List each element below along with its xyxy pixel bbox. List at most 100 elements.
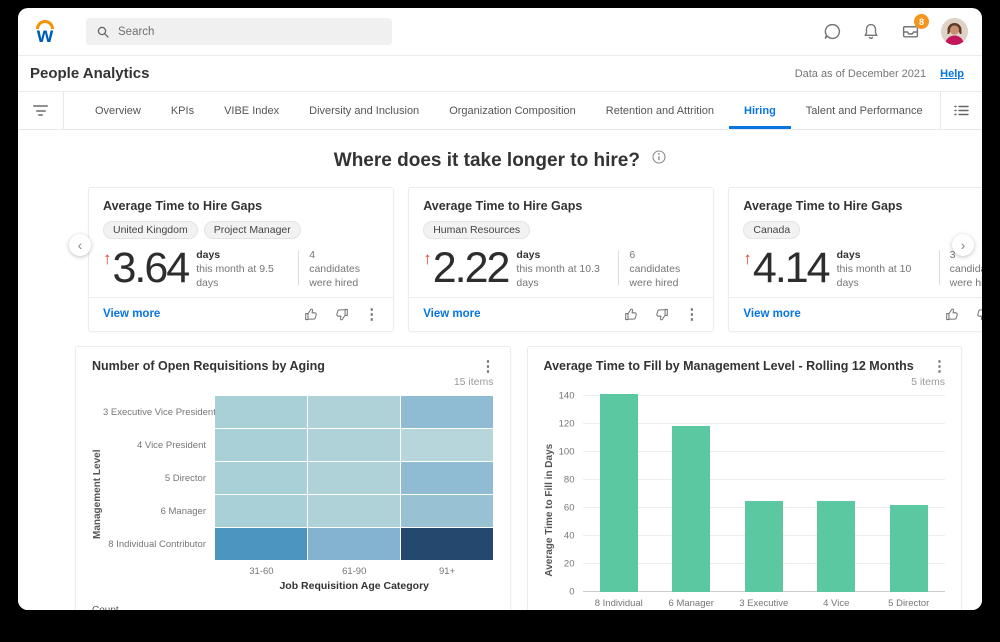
bar-4[interactable] [890, 505, 928, 592]
heatmap-legend-label: Count [92, 605, 494, 610]
trend-up-arrow-icon: ↑ [423, 250, 432, 267]
kpi-card-title: Average Time to Hire Gaps [743, 199, 982, 213]
filter-chip[interactable]: Human Resources [423, 221, 530, 239]
tab-talent-and-performance[interactable]: Talent and Performance [791, 92, 938, 129]
kebab-menu-icon[interactable]: ⋮ [364, 307, 379, 322]
inbox-badge: 8 [914, 14, 929, 29]
bar-x-label: 4 Vice President [800, 598, 873, 610]
tab-hiring[interactable]: Hiring [729, 92, 791, 129]
kpi-card-canada: Average Time to Hire Gaps Canada ↑ 4.14 … [728, 187, 982, 332]
thumbs-up-icon[interactable] [624, 307, 639, 322]
kpi-value: 2.22 [433, 248, 509, 289]
filter-chip[interactable]: Project Manager [204, 221, 301, 239]
heatmap-cell[interactable] [215, 528, 307, 560]
heatmap-row-label: 5 Director [103, 462, 215, 495]
top-bar: w 8 [18, 8, 982, 56]
kpi-card-uk-project-manager: Average Time to Hire Gaps United Kingdom… [88, 187, 394, 332]
view-more-link[interactable]: View more [743, 308, 800, 320]
bar-x-label: 6 Manager [655, 598, 728, 610]
tab-retention-and-attrition[interactable]: Retention and Attrition [591, 92, 729, 129]
section-heading: Where does it take longer to hire? [18, 130, 982, 172]
kebab-menu-icon[interactable]: ⋮ [932, 359, 947, 374]
search-input[interactable] [118, 26, 382, 38]
items-count: 5 items [544, 376, 946, 388]
heatmap-cell[interactable] [308, 429, 400, 461]
charts-row: Number of Open Requisitions by Aging ⋮ 1… [75, 346, 962, 610]
bar-3[interactable] [817, 501, 855, 592]
heatmap-cell[interactable] [215, 429, 307, 461]
bar-chart-card: Average Time to Fill by Management Level… [527, 346, 963, 610]
tab-vibe-index[interactable]: VIBE Index [209, 92, 294, 129]
heatmap-cell[interactable] [308, 462, 400, 494]
carousel-prev-button[interactable]: ‹ [69, 234, 91, 256]
heatmap-x-axis-title: Job Requisition Age Category [215, 580, 494, 592]
kebab-menu-icon[interactable]: ⋮ [481, 359, 496, 374]
trend-up-arrow-icon: ↑ [743, 250, 752, 267]
bar-column [800, 396, 873, 592]
divider [618, 250, 619, 285]
inbox-icon[interactable]: 8 [900, 22, 921, 41]
y-tick-label: 120 [559, 418, 575, 429]
view-more-link[interactable]: View more [103, 308, 160, 320]
bar-column [655, 396, 728, 592]
heatmap-cell[interactable] [215, 495, 307, 527]
workday-logo-letter: w [30, 28, 60, 44]
thumbs-down-icon[interactable] [334, 307, 349, 322]
y-tick-label: 0 [569, 586, 574, 597]
bar-column [873, 396, 946, 592]
filter-chip[interactable]: United Kingdom [103, 221, 198, 239]
chat-icon[interactable] [823, 22, 842, 41]
tab-diversity-and-inclusion[interactable]: Diversity and Inclusion [294, 92, 434, 129]
bar-x-label: 8 Individual Contributor [583, 598, 656, 610]
bar-yticks: 020406080100120140 [555, 396, 583, 592]
notifications-bell-icon[interactable] [862, 22, 880, 41]
heatmap-col-labels: 31-6061-9091+ [215, 566, 494, 577]
filter-chip[interactable]: Canada [743, 221, 800, 239]
heatmap-cell[interactable] [401, 495, 493, 527]
heatmap-cell[interactable] [308, 396, 400, 428]
list-view-icon[interactable] [940, 92, 982, 129]
heatmap-row-labels: 3 Executive Vice President4 Vice Preside… [103, 396, 215, 561]
heatmap-cell[interactable] [308, 528, 400, 560]
thumbs-up-icon[interactable] [304, 307, 319, 322]
info-icon[interactable] [652, 150, 666, 164]
dashboard-content: Where does it take longer to hire? ‹ › A… [18, 130, 982, 610]
heatmap-cell[interactable] [401, 429, 493, 461]
heatmap-cell[interactable] [401, 396, 493, 428]
bar-columns [583, 396, 946, 592]
tab-overview[interactable]: Overview [80, 92, 156, 129]
thumbs-up-icon[interactable] [945, 307, 960, 322]
heatmap-y-axis-title: Management Level [92, 396, 103, 592]
workday-logo[interactable]: w [30, 20, 60, 44]
y-tick-label: 20 [564, 558, 575, 569]
divider [298, 250, 299, 285]
view-more-link[interactable]: View more [423, 308, 480, 320]
kpi-cards-row: Average Time to Hire Gaps United Kingdom… [88, 187, 948, 332]
tab-bar: Overview KPIs VIBE Index Diversity and I… [18, 92, 982, 130]
bar-1[interactable] [672, 426, 710, 591]
page-header: People Analytics Data as of December 202… [18, 56, 982, 92]
heatmap-col-label: 61-90 [308, 566, 401, 577]
heatmap-cell[interactable] [308, 495, 400, 527]
page-title: People Analytics [30, 65, 150, 82]
heatmap-cell[interactable] [215, 396, 307, 428]
thumbs-down-icon[interactable] [654, 307, 669, 322]
thumbs-down-icon[interactable] [975, 307, 982, 322]
heatmap-cell[interactable] [401, 462, 493, 494]
heatmap-cell[interactable] [215, 462, 307, 494]
heatmap-row-label: 4 Vice President [103, 429, 215, 462]
y-tick-label: 140 [559, 390, 575, 401]
global-search[interactable] [86, 18, 392, 45]
heatmap-cell[interactable] [401, 528, 493, 560]
filter-icon[interactable] [18, 92, 64, 129]
kebab-menu-icon[interactable]: ⋮ [684, 307, 699, 322]
tab-kpis[interactable]: KPIs [156, 92, 209, 129]
tab-organization-composition[interactable]: Organization Composition [434, 92, 591, 129]
carousel-next-button[interactable]: › [952, 234, 974, 256]
search-icon [96, 25, 110, 39]
bar-0[interactable] [600, 394, 638, 591]
user-avatar[interactable] [941, 18, 968, 45]
help-link[interactable]: Help [940, 68, 964, 80]
bar-2[interactable] [745, 501, 783, 592]
bar-column [583, 396, 656, 592]
